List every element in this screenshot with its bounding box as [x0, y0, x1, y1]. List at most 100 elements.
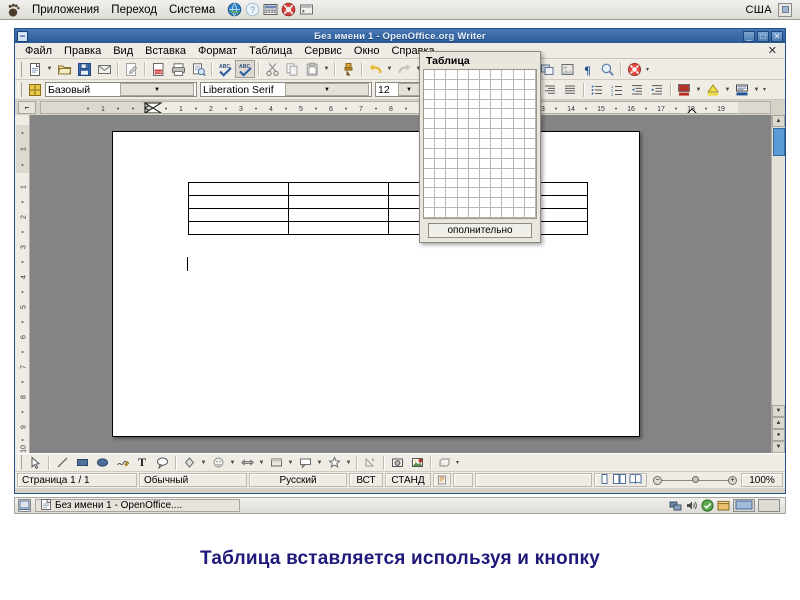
table-size-cell[interactable] [479, 109, 492, 120]
open-icon[interactable] [54, 60, 74, 78]
table-size-cell[interactable] [446, 89, 458, 100]
table-size-cell[interactable] [424, 188, 436, 199]
status-section[interactable] [475, 473, 592, 487]
table-size-cell[interactable] [479, 208, 492, 218]
toolbar-overflow-arrow[interactable]: ▾ [454, 454, 461, 472]
scroll-down-button[interactable]: ▼ [772, 405, 785, 417]
tab-stop-icon[interactable]: ⌐ [18, 101, 36, 114]
gallery-icon[interactable] [557, 60, 577, 78]
table-size-cell[interactable] [524, 70, 536, 80]
table-size-cell[interactable] [468, 208, 480, 218]
table-size-cell[interactable] [513, 168, 525, 179]
table-size-cell[interactable] [435, 178, 447, 189]
zoom-knob[interactable] [692, 475, 699, 483]
table-size-cell[interactable] [513, 89, 525, 100]
align-right-icon[interactable] [540, 81, 560, 99]
table-cell[interactable] [188, 195, 289, 209]
status-insert-mode[interactable]: ВСТ [349, 473, 383, 487]
table-size-cell[interactable] [479, 89, 492, 100]
autospellcheck-icon[interactable]: ABC [235, 60, 255, 78]
table-cell[interactable] [287, 195, 389, 209]
horizontal-ruler[interactable]: 1 123 456 789 101112 131415 161718 19 [40, 101, 771, 114]
table-size-cell[interactable] [446, 119, 458, 130]
toolbar-grip[interactable] [18, 61, 22, 77]
table-size-cell[interactable] [435, 148, 447, 159]
gnome-foot-icon[interactable] [6, 2, 22, 18]
table-size-cell[interactable] [502, 119, 514, 130]
table-size-cell[interactable] [524, 198, 536, 209]
table-size-cell[interactable] [479, 99, 492, 110]
document-page[interactable] [112, 131, 640, 437]
table-size-cell[interactable] [468, 158, 480, 169]
spellcheck-icon[interactable]: ABC [215, 60, 235, 78]
table-size-cell[interactable] [468, 89, 480, 100]
table-size-cell[interactable] [479, 168, 492, 179]
table-size-cell[interactable] [468, 119, 480, 130]
table-size-cell[interactable] [435, 89, 447, 100]
table-size-cell[interactable] [513, 208, 525, 218]
table-size-cell[interactable] [446, 208, 458, 218]
table-size-cell[interactable] [457, 109, 469, 120]
toolbar-overflow-arrow[interactable]: ▾ [644, 60, 651, 78]
maximize-button[interactable]: □ [757, 30, 769, 42]
cut-icon[interactable] [262, 60, 282, 78]
table-size-cell[interactable] [424, 158, 436, 169]
table-size-cell[interactable] [479, 129, 492, 140]
flowchart-arrow[interactable]: ▼ [286, 454, 295, 472]
highlight-color-icon[interactable] [703, 81, 723, 99]
table-size-cell[interactable] [513, 129, 525, 140]
table-size-cell[interactable] [524, 139, 536, 149]
block-arrows-icon[interactable] [237, 454, 257, 472]
table-size-cell[interactable] [502, 70, 514, 80]
formatting-marks-icon[interactable]: ¶ [577, 60, 597, 78]
menu-insert[interactable]: Вставка [139, 44, 192, 58]
panel-menu-places[interactable]: Переход [105, 2, 163, 18]
paste-icon[interactable] [302, 60, 322, 78]
status-page-style[interactable]: Обычный [139, 473, 247, 487]
update-icon[interactable] [701, 499, 714, 512]
align-justify-icon[interactable] [560, 81, 580, 99]
table-size-cell[interactable] [491, 89, 503, 100]
insert-table-popup[interactable]: Таблица ополнительно [419, 51, 541, 243]
table-size-cell[interactable] [468, 139, 480, 149]
table-size-grid[interactable] [423, 69, 537, 219]
table-size-cell[interactable] [457, 129, 469, 140]
basic-shapes-arrow[interactable]: ▼ [199, 454, 208, 472]
table-size-cell[interactable] [457, 79, 469, 90]
table-size-cell[interactable] [491, 178, 503, 189]
table-size-cell[interactable] [446, 178, 458, 189]
rotate-icon[interactable] [360, 454, 380, 472]
highlight-dropdown-arrow[interactable]: ▼ [723, 81, 732, 99]
table-size-cell[interactable] [491, 188, 503, 199]
table-size-cell[interactable] [502, 109, 514, 120]
keyboard-layout-indicator[interactable]: США [745, 4, 772, 16]
increase-indent-icon[interactable] [647, 81, 667, 99]
show-desktop-icon[interactable] [18, 499, 31, 512]
table-size-cell[interactable] [524, 89, 536, 100]
menu-edit[interactable]: Правка [58, 44, 107, 58]
table-size-cell[interactable] [513, 198, 525, 209]
table-size-cell[interactable] [502, 158, 514, 169]
table-size-cell[interactable] [435, 188, 447, 199]
table-size-cell[interactable] [457, 119, 469, 130]
table-size-cell[interactable] [435, 158, 447, 169]
table-size-cell[interactable] [502, 208, 514, 218]
help-icon[interactable]: ? [245, 2, 260, 17]
scroll-up-button[interactable]: ▲ [772, 115, 785, 127]
from-file-icon[interactable] [387, 454, 407, 472]
menu-tools[interactable]: Сервис [298, 44, 348, 58]
new-document-icon[interactable] [25, 60, 45, 78]
table-size-cell[interactable] [479, 188, 492, 199]
table-size-cell[interactable] [502, 178, 514, 189]
table-size-cell[interactable] [491, 99, 503, 110]
font-color-icon[interactable] [674, 81, 694, 99]
archive-icon[interactable] [717, 499, 730, 512]
dictionary-icon[interactable] [263, 2, 278, 17]
table-size-cell[interactable] [491, 148, 503, 159]
table-size-cell[interactable] [491, 109, 503, 120]
network-icon[interactable] [669, 499, 682, 512]
status-language[interactable]: Русский [249, 473, 347, 487]
chevron-down-icon[interactable]: ▼ [398, 83, 420, 96]
print-preview-icon[interactable] [188, 60, 208, 78]
table-size-cell[interactable] [491, 70, 503, 80]
